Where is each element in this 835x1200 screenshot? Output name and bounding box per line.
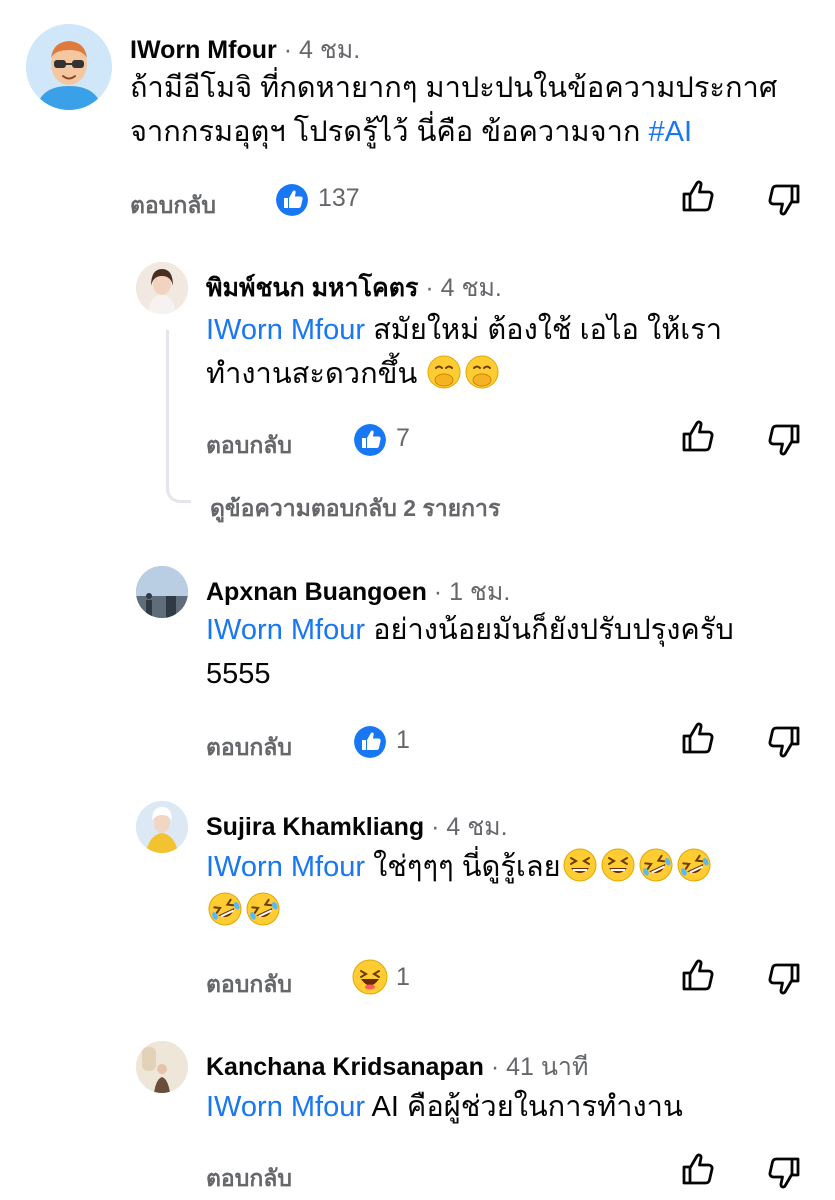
comment-text-line: IWorn Mfour อย่างน้อยมันก็ยังปรับปรุงครั…: [206, 608, 816, 652]
avatar-photo-icon: [136, 262, 188, 314]
rolling-on-floor-laughing-icon: [677, 848, 711, 882]
thumbs-down-icon[interactable]: [764, 1153, 804, 1193]
reaction-count[interactable]: 7: [396, 424, 410, 453]
comment-text-segment: จากกรมอุตุฯ โปรดรู้ไว้ นี่คือ ข้อความจาก: [130, 116, 649, 148]
thumbs-up-icon[interactable]: [678, 1149, 718, 1189]
face-with-hand-over-mouth-icon: [465, 355, 499, 389]
reply-button[interactable]: ตอบกลับ: [206, 1161, 292, 1197]
comment-apxnan: Apxnan Buangoen · 1 ชม. IWorn Mfour อย่า…: [0, 560, 835, 770]
comment-text: IWorn Mfour สมัยใหม่ ต้องใช้ เอไอ ให้เรา…: [206, 308, 816, 396]
mention-link[interactable]: IWorn Mfour: [206, 851, 365, 883]
thumbs-down-icon[interactable]: [764, 180, 804, 220]
comment-text: IWorn Mfour ใช่ๆๆๆ นี่ดูรู้เลย: [206, 845, 816, 933]
hashtag-link[interactable]: #AI: [649, 116, 693, 148]
reaction-count[interactable]: 1: [396, 726, 410, 755]
author-name[interactable]: Apxnan Buangoen: [206, 578, 427, 606]
separator-dot: ·: [490, 1053, 507, 1081]
timestamp[interactable]: 4 ชม.: [441, 274, 502, 302]
comment-text-segment: ใช่ๆๆๆ นี่ดูรู้เลย: [365, 851, 561, 883]
avatar-cartoon-icon: [26, 24, 112, 110]
reply-button[interactable]: ตอบกลับ: [130, 188, 216, 224]
comment-text-line: ทำงานสะดวกขึ้น: [206, 352, 816, 396]
reply-button[interactable]: ตอบกลับ: [206, 967, 292, 1003]
thumbs-up-icon[interactable]: [678, 176, 718, 216]
thumbs-down-icon[interactable]: [764, 959, 804, 999]
comment-header: Sujira Khamkliang · 4 ชม.: [206, 807, 508, 847]
comment-actions: ตอบกลับ 1: [0, 718, 835, 768]
comment-iworn-mfour: IWorn Mfour · 4 ชม. ถ้ามีอีโมจิ ที่กดหาย…: [0, 0, 835, 230]
comment-text-line: 5555: [206, 658, 271, 690]
reaction-count[interactable]: 1: [396, 963, 410, 992]
author-name[interactable]: Sujira Khamkliang: [206, 813, 424, 841]
comment-header: IWorn Mfour · 4 ชม.: [130, 30, 360, 70]
comment-text-line: [206, 889, 816, 933]
mention-link[interactable]: IWorn Mfour: [206, 314, 365, 346]
avatar-photo-icon: [136, 1041, 188, 1093]
comment-header: พิมพ์ชนก มหาโคตร · 4 ชม.: [206, 268, 502, 308]
rolling-on-floor-laughing-icon: [639, 848, 673, 882]
author-name[interactable]: พิมพ์ชนก มหาโคตร: [206, 274, 418, 302]
separator-dot: ·: [283, 36, 299, 64]
comment-actions: ตอบกลับ 7: [0, 416, 835, 466]
author-name[interactable]: Kanchana Kridsanapan: [206, 1053, 484, 1081]
like-reaction-icon[interactable]: [276, 184, 308, 216]
comment-kanchana: Kanchana Kridsanapan · 41 นาที IWorn Mfo…: [0, 1035, 835, 1200]
face-with-hand-over-mouth-icon: [427, 355, 461, 389]
comment-text-line: จากกรมอุตุฯ โปรดรู้ไว้ นี่คือ ข้อความจาก…: [130, 110, 820, 154]
avatar[interactable]: [136, 262, 188, 314]
timestamp[interactable]: 4 ชม.: [299, 36, 360, 64]
separator-dot: ·: [433, 578, 450, 606]
timestamp[interactable]: 4 ชม.: [446, 813, 507, 841]
comment-header: Apxnan Buangoen · 1 ชม.: [206, 572, 510, 612]
comment-text: ถ้ามีอีโมจิ ที่กดหายากๆ มาปะปนในข้อความป…: [130, 66, 820, 154]
timestamp[interactable]: 41 นาที: [506, 1053, 588, 1081]
rolling-on-floor-laughing-icon: [246, 892, 280, 926]
comment-text-segment: สมัยใหม่ ต้องใช้ เอไอ ให้เรา: [365, 314, 723, 346]
like-reaction-icon[interactable]: [354, 726, 386, 758]
avatar-photo-icon: [136, 566, 188, 618]
thumbs-down-icon[interactable]: [764, 722, 804, 762]
haha-reaction-icon[interactable]: [352, 959, 388, 995]
mention-link[interactable]: IWorn Mfour: [206, 614, 365, 646]
reply-button[interactable]: ตอบกลับ: [206, 730, 292, 766]
comment-text-line: IWorn Mfour AI คือผู้ช่วยในการทำงาน: [206, 1085, 816, 1129]
reaction-count[interactable]: 137: [318, 184, 360, 213]
avatar[interactable]: [26, 24, 112, 110]
thumbs-up-icon[interactable]: [678, 718, 718, 758]
separator-dot: ·: [425, 274, 441, 302]
comment-text-line: IWorn Mfour สมัยใหม่ ต้องใช้ เอไอ ให้เรา: [206, 308, 816, 352]
author-name[interactable]: IWorn Mfour: [130, 36, 277, 64]
comment-text-segment: AI คือผู้ช่วยในการทำงาน: [365, 1091, 683, 1123]
comment-text-segment: อย่างน้อยมันก็ยังปรับปรุงครับ: [365, 614, 734, 646]
separator-dot: ·: [431, 813, 447, 841]
comment-actions: ตอบกลับ: [0, 1149, 835, 1199]
avatar[interactable]: [136, 1041, 188, 1093]
avatar[interactable]: [136, 801, 188, 853]
comment-text: IWorn Mfour อย่างน้อยมันก็ยังปรับปรุงครั…: [206, 608, 816, 696]
avatar-photo-icon: [136, 801, 188, 853]
comment-text-line: IWorn Mfour ใช่ๆๆๆ นี่ดูรู้เลย: [206, 845, 816, 889]
comment-actions: ตอบกลับ 137: [0, 176, 835, 226]
comment-pimchanok: พิมพ์ชนก มหาโคตร · 4 ชม. IWorn Mfour สมั…: [0, 250, 835, 530]
thumbs-down-icon[interactable]: [764, 420, 804, 460]
grinning-squinting-face-icon: [563, 848, 597, 882]
thumbs-up-icon[interactable]: [678, 955, 718, 995]
like-reaction-icon[interactable]: [354, 424, 386, 456]
comment-actions: ตอบกลับ 1: [0, 955, 835, 1005]
view-replies-link[interactable]: ดูข้อความตอบกลับ 2 รายการ: [210, 491, 500, 527]
grinning-squinting-face-icon: [601, 848, 635, 882]
rolling-on-floor-laughing-icon: [208, 892, 242, 926]
comment-text: IWorn Mfour AI คือผู้ช่วยในการทำงาน: [206, 1085, 816, 1129]
reply-button[interactable]: ตอบกลับ: [206, 428, 292, 464]
comment-header: Kanchana Kridsanapan · 41 นาที: [206, 1047, 588, 1087]
timestamp[interactable]: 1 ชม.: [449, 578, 510, 606]
thumbs-up-icon[interactable]: [678, 416, 718, 456]
avatar[interactable]: [136, 566, 188, 618]
comment-sujira: Sujira Khamkliang · 4 ชม. IWorn Mfour ใช…: [0, 795, 835, 1010]
comment-text-segment: ทำงานสะดวกขึ้น: [206, 358, 426, 390]
comment-text-line: ถ้ามีอีโมจิ ที่กดหายากๆ มาปะปนในข้อความป…: [130, 72, 778, 104]
mention-link[interactable]: IWorn Mfour: [206, 1091, 365, 1123]
